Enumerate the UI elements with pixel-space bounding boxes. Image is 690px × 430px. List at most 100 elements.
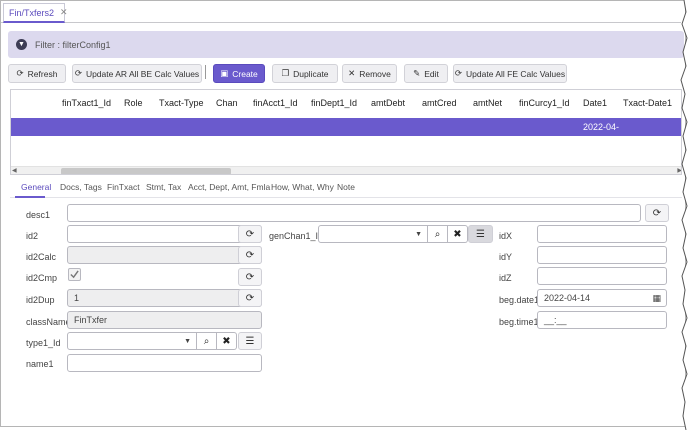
remove-label: Remove xyxy=(359,68,391,79)
data-grid[interactable]: finTxact1_Id Role Txact-Type Chan finAcc… xyxy=(10,89,682,175)
classname-field: FinTxfer xyxy=(67,311,262,329)
begtime1-label: beg.time1 xyxy=(499,317,539,327)
idy-label: idY xyxy=(499,252,513,262)
type1-label: type1_Id xyxy=(26,338,61,348)
tab-how-what-why[interactable]: How, What, Why xyxy=(271,182,334,192)
checkmark-icon xyxy=(70,270,79,279)
refresh-icon[interactable]: ⟳ xyxy=(645,204,669,222)
classname-label: className xyxy=(26,317,71,327)
clear-icon[interactable]: ✖ xyxy=(448,225,468,243)
column-header[interactable]: Chan xyxy=(216,98,238,108)
idz-field[interactable] xyxy=(537,267,667,285)
list-icon[interactable]: ☰ xyxy=(238,332,262,350)
column-header[interactable]: Date1 xyxy=(583,98,607,108)
create-label: Create xyxy=(232,68,258,79)
column-header[interactable]: finTxact1_Id xyxy=(62,98,111,108)
desc1-field[interactable] xyxy=(67,204,641,222)
chevron-down-icon[interactable]: ▼ xyxy=(415,231,422,238)
close-icon[interactable]: ✕ xyxy=(60,7,68,18)
duplicate-label: Duplicate xyxy=(293,68,329,79)
pencil-icon: ✎ xyxy=(413,68,421,78)
scrollbar-thumb[interactable] xyxy=(61,168,231,174)
calendar-icon[interactable]: ▦ xyxy=(652,293,661,304)
name1-label: name1 xyxy=(26,359,54,369)
desc1-label: desc1 xyxy=(26,210,51,220)
genchan1-label: genChan1_Id xyxy=(269,231,324,241)
type1-input[interactable]: ▼ xyxy=(67,332,197,350)
idx-label: idX xyxy=(499,231,513,241)
refresh-icon[interactable]: ⟳ xyxy=(238,225,262,243)
begdate1-label: beg.date1 xyxy=(499,295,540,305)
genchan1-combo[interactable]: ▼ ⌕ ✖ xyxy=(318,225,468,243)
begtime1-field[interactable]: __:__ xyxy=(537,311,667,329)
horizontal-scrollbar[interactable]: ◀ ▶ xyxy=(11,166,681,174)
tab-divider xyxy=(10,197,682,198)
id2cmp-checkbox[interactable] xyxy=(68,268,81,281)
refresh-icon: ⟳ xyxy=(74,68,82,78)
column-header[interactable]: Txact-Type xyxy=(159,98,204,108)
refresh-icon[interactable]: ⟳ xyxy=(238,246,262,264)
id2dup-label: id2Dup xyxy=(26,295,55,305)
filter-bar[interactable]: ▼ Filter : filterConfig1 xyxy=(8,31,684,58)
search-icon[interactable]: ⌕ xyxy=(197,332,217,350)
begdate1-value: 2022-04-14 xyxy=(544,293,591,303)
column-header[interactable]: finAcct1_Id xyxy=(253,98,298,108)
update-fe-button[interactable]: ⟳ Update All FE Calc Values xyxy=(453,64,567,83)
tab-acct-dept[interactable]: Acct, Dept, Amt, Fmla xyxy=(188,182,270,192)
close-icon: ✕ xyxy=(348,68,356,78)
clear-icon[interactable]: ✖ xyxy=(217,332,237,350)
filter-label: Filter : filterConfig1 xyxy=(35,39,111,50)
list-icon[interactable]: ☰ xyxy=(468,225,493,243)
refresh-button[interactable]: ⟳ Refresh xyxy=(8,64,66,83)
chevron-down-icon[interactable]: ▼ xyxy=(16,39,27,50)
tab-docs-tags[interactable]: Docs, Tags xyxy=(60,182,102,192)
app-window: Fin/Txfers2 ✕ ▼ Filter : filterConfig1 ⟳… xyxy=(0,0,686,427)
column-header[interactable]: Txact-Date1 xyxy=(623,98,672,108)
scroll-left-icon[interactable]: ◀ xyxy=(12,167,17,174)
genchan1-input[interactable]: ▼ xyxy=(318,225,428,243)
id2calc-field xyxy=(67,246,262,264)
refresh-icon: ⟳ xyxy=(454,68,463,78)
tab-fin-txfers2[interactable]: Fin/Txfers2 ✕ xyxy=(3,3,68,23)
column-header[interactable]: amtCred xyxy=(422,98,457,108)
edit-label: Edit xyxy=(424,68,439,79)
table-row-selected[interactable]: 2022-04- xyxy=(11,118,681,136)
chevron-down-icon[interactable]: ▼ xyxy=(184,338,191,345)
id2dup-field: 1 xyxy=(67,289,262,307)
column-header[interactable]: amtNet xyxy=(473,98,502,108)
refresh-icon[interactable]: ⟳ xyxy=(238,268,262,286)
tab-note[interactable]: Note xyxy=(337,182,355,192)
edit-button[interactable]: ✎ Edit xyxy=(404,64,448,83)
name1-field[interactable] xyxy=(67,354,262,372)
column-header[interactable]: finDept1_Id xyxy=(311,98,357,108)
id2calc-label: id2Calc xyxy=(26,252,57,262)
column-header[interactable]: Role xyxy=(124,98,143,108)
column-header[interactable]: finCurcy1_Id xyxy=(519,98,570,108)
refresh-icon: ⟳ xyxy=(16,68,24,78)
copy-icon: ❐ xyxy=(281,68,290,78)
duplicate-button[interactable]: ❐ Duplicate xyxy=(272,64,338,83)
idz-label: idZ xyxy=(499,273,512,283)
refresh-label: Refresh xyxy=(27,68,58,79)
tab-label: Fin/Txfers2 xyxy=(9,7,55,18)
toolbar-separator xyxy=(205,65,206,79)
tab-general[interactable]: General xyxy=(21,182,51,192)
refresh-icon[interactable]: ⟳ xyxy=(238,289,262,307)
column-header[interactable]: amtDebt xyxy=(371,98,405,108)
idx-field[interactable] xyxy=(537,225,667,243)
id2-field[interactable] xyxy=(67,225,262,243)
tab-fintxact[interactable]: FinTxact xyxy=(107,182,140,192)
create-button[interactable]: ▣ Create xyxy=(213,64,265,83)
idy-field[interactable] xyxy=(537,246,667,264)
type1-combo[interactable]: ▼ ⌕ ✖ xyxy=(67,332,237,350)
search-icon[interactable]: ⌕ xyxy=(428,225,448,243)
tab-stmt-tax[interactable]: Stmt, Tax xyxy=(146,182,181,192)
cell-date1: 2022-04- xyxy=(583,122,620,132)
tab-strip: Fin/Txfers2 ✕ xyxy=(1,1,681,23)
torn-edge xyxy=(680,0,690,430)
update-fe-label: Update All FE Calc Values xyxy=(466,68,566,79)
update-ar-button[interactable]: ⟳ Update AR All BE Calc Values xyxy=(72,64,202,83)
begdate1-field[interactable]: 2022-04-14 ▦ xyxy=(537,289,667,307)
active-tab-indicator xyxy=(15,196,45,198)
remove-button[interactable]: ✕ Remove xyxy=(342,64,397,83)
